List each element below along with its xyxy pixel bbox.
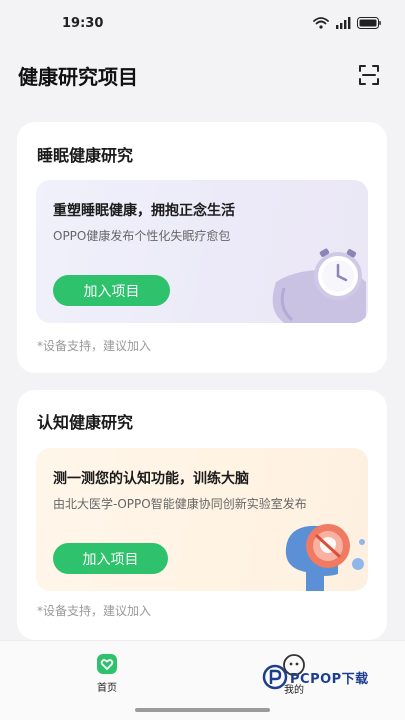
sleep-promo-panel[interactable]: 重塑睡眠健康，拥抱正念生活 OPPO健康发布个性化失眠疗愈包 加入项目: [36, 180, 368, 323]
card-title: 睡眠健康研究: [37, 146, 134, 165]
device-support-note: *设备支持，建议加入: [37, 339, 152, 353]
watermark: PCPOP下载: [262, 664, 369, 690]
status-time: 19:30: [62, 15, 104, 31]
cognitive-promo-panel[interactable]: 测一测您的认知功能，训练大脑 由北大医学-OPPO智能健康协同创新实验室发布 加…: [36, 448, 368, 591]
status-icons: [313, 17, 381, 29]
device-support-note: *设备支持，建议加入: [37, 604, 152, 618]
scan-icon[interactable]: [357, 63, 381, 87]
join-project-button[interactable]: 加入项目: [53, 275, 170, 306]
signal-icon: [336, 17, 351, 29]
watermark-logo-icon: [262, 664, 288, 690]
nav-label: 首页: [97, 683, 117, 694]
heart-home-icon: [97, 654, 117, 674]
watermark-text: PCPOP下载: [290, 671, 369, 687]
promo-subtitle: 由北大医学-OPPO智能健康协同创新实验室发布: [53, 497, 307, 511]
page-title: 健康研究项目: [18, 64, 138, 89]
pillow-clock-illustration: [272, 248, 366, 323]
promo-headline: 重塑睡眠健康，拥抱正念生活: [53, 203, 235, 219]
card-title: 认知健康研究: [37, 413, 134, 432]
page-header: 健康研究项目: [0, 55, 405, 95]
nav-item-home[interactable]: 首页: [96, 653, 118, 694]
promo-subtitle: OPPO健康发布个性化失眠疗愈包: [53, 229, 231, 243]
join-project-button[interactable]: 加入项目: [53, 543, 168, 574]
promo-headline: 测一测您的认知功能，训练大脑: [53, 471, 249, 487]
home-indicator[interactable]: [135, 708, 270, 712]
status-bar: 19:30: [0, 0, 405, 46]
battery-icon: [357, 17, 381, 29]
cognitive-research-card: 认知健康研究 测一测您的认知功能，训练大脑 由北大医学-OPPO智能健康协同创新…: [17, 390, 387, 640]
brain-head-illustration: [285, 524, 365, 591]
wifi-icon: [313, 17, 329, 29]
sleep-research-card: 睡眠健康研究 重塑睡眠健康，拥抱正念生活 OPPO健康发布个性化失眠疗愈包 加入…: [17, 122, 387, 373]
